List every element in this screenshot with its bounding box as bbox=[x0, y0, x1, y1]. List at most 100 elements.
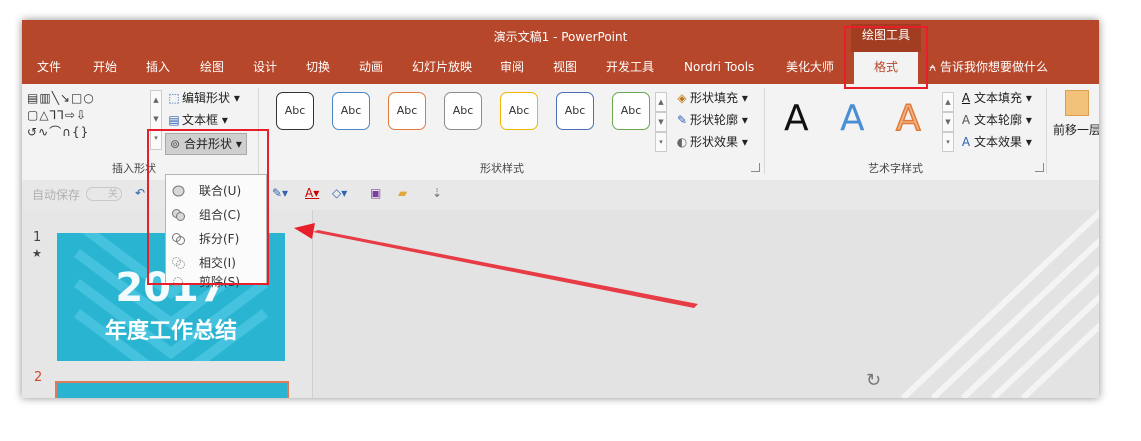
wordart-styles-group-label: 艺术字样式 bbox=[868, 162, 923, 175]
rotate-handle-icon[interactable]: ↻ bbox=[866, 370, 881, 391]
shape-outline-button[interactable]: ✎ 形状轮廓 ▾ bbox=[674, 110, 748, 130]
tab-view[interactable]: 视图 bbox=[553, 52, 577, 84]
tab-draw[interactable]: 绘图 bbox=[200, 52, 224, 84]
shapes-gallery[interactable]: ▤▥╲↘□○ ▢△⅂⅂⇨⇩ ↺∿⌒∩{} bbox=[27, 90, 150, 150]
shape-fill-label: 形状填充 bbox=[690, 91, 739, 105]
tab-review[interactable]: 审阅 bbox=[500, 52, 524, 84]
style-gallery-more[interactable]: ▾ bbox=[655, 132, 667, 152]
scribble-shape-icon[interactable]: ∿ bbox=[38, 125, 49, 139]
merge-menu-highlight bbox=[147, 129, 269, 285]
text-effects-button[interactable]: A 文本效果 ▾ bbox=[958, 132, 1032, 152]
vertical-textbox-shape-icon[interactable]: ▥ bbox=[39, 91, 51, 105]
rectangle-shape-icon[interactable]: □ bbox=[71, 91, 83, 105]
tab-transitions[interactable]: 切换 bbox=[306, 52, 330, 84]
text-effects-icon: A bbox=[961, 135, 971, 149]
shape-styles-dialog-launcher[interactable] bbox=[751, 163, 760, 172]
shape-style-swatch[interactable]: Abc bbox=[388, 92, 426, 130]
font-color-icon[interactable]: A▾ bbox=[305, 186, 319, 200]
wordart-gallery-more[interactable]: ▾ bbox=[942, 132, 954, 152]
shape-style-swatch[interactable]: Abc bbox=[276, 92, 314, 130]
slide-number: 1 bbox=[33, 230, 42, 245]
format-tab-highlight bbox=[844, 26, 928, 89]
open-folder-icon[interactable]: ▰ bbox=[398, 186, 407, 200]
slide-stripes bbox=[313, 210, 1099, 398]
curved-arrow-shape-icon[interactable]: ↺ bbox=[27, 125, 38, 139]
wordart-style-orange[interactable]: A bbox=[895, 97, 921, 140]
arrow-line-shape-icon[interactable]: ↘ bbox=[60, 91, 71, 105]
tab-animations[interactable]: 动画 bbox=[359, 52, 383, 84]
tab-insert[interactable]: 插入 bbox=[146, 52, 170, 84]
right-arrow-shape-icon[interactable]: ⇨ bbox=[65, 108, 76, 122]
tab-design[interactable]: 设计 bbox=[253, 52, 277, 84]
window-title: 演示文稿1 - PowerPoint bbox=[493, 30, 628, 44]
tab-nordri-tools[interactable]: Nordri Tools bbox=[684, 52, 754, 84]
text-effects-label: 文本效果 bbox=[974, 135, 1023, 149]
tell-me-box[interactable]: ⍲ 告诉我你想要做什么 bbox=[929, 52, 1048, 84]
arc-shape-icon[interactable]: ⌒ bbox=[49, 125, 62, 139]
edit-shape-button[interactable]: ⬚ 编辑形状 ▾ bbox=[166, 88, 240, 108]
left-brace-shape-icon[interactable]: { bbox=[72, 125, 81, 139]
tab-home[interactable]: 开始 bbox=[93, 52, 117, 84]
undo-icon[interactable]: ↶ bbox=[135, 186, 145, 200]
tab-slideshow[interactable]: 幻灯片放映 bbox=[412, 52, 472, 84]
freeform-shape-icon[interactable]: ∩ bbox=[62, 125, 72, 139]
textbox-shape-icon[interactable]: ▤ bbox=[27, 91, 39, 105]
text-box-icon: ▤ bbox=[168, 113, 180, 127]
slide-subtitle: 年度工作总结 bbox=[104, 319, 237, 344]
wordart-dialog-launcher[interactable] bbox=[1035, 163, 1044, 172]
shape-style-swatch[interactable]: Abc bbox=[332, 92, 370, 130]
down-arrow-shape-icon[interactable]: ⇩ bbox=[76, 108, 87, 122]
shape-effects-button[interactable]: ◐ 形状效果 ▾ bbox=[674, 132, 748, 152]
tab-developer[interactable]: 开发工具 bbox=[606, 52, 654, 84]
text-box-button[interactable]: ▤ 文本框 ▾ bbox=[166, 110, 228, 130]
text-outline-button[interactable]: A 文本轮廓 ▾ bbox=[958, 110, 1032, 130]
slide-thumbnail-2[interactable] bbox=[55, 381, 289, 398]
shape-style-swatch[interactable]: Abc bbox=[444, 92, 482, 130]
shape-effects-icon: ◐ bbox=[676, 135, 688, 149]
group-separator bbox=[764, 88, 765, 174]
oval-shape-icon[interactable]: ○ bbox=[83, 91, 94, 105]
shape-effects-label: 形状效果 bbox=[690, 135, 739, 149]
style-gallery-up[interactable]: ▲ bbox=[655, 92, 667, 112]
pen-icon: ✎ bbox=[676, 113, 688, 127]
shape-style-swatch[interactable]: Abc bbox=[500, 92, 538, 130]
save-icon[interactable]: ▣ bbox=[370, 186, 381, 200]
shape-fill-button[interactable]: ◈ 形状填充 ▾ bbox=[674, 88, 747, 108]
text-outline-icon: A bbox=[961, 113, 971, 127]
style-gallery-down[interactable]: ▼ bbox=[655, 112, 667, 132]
customize-qat-icon[interactable]: ⇣ bbox=[432, 186, 442, 200]
text-outline-label: 文本轮廓 bbox=[974, 113, 1023, 127]
tab-beautify[interactable]: 美化大师 bbox=[786, 52, 834, 84]
triangle-shape-icon[interactable]: △ bbox=[39, 108, 49, 122]
elbow-arrow-shape-icon[interactable]: ⅂ bbox=[57, 108, 65, 122]
text-fill-button[interactable]: A 文本填充 ▾ bbox=[958, 88, 1032, 108]
slide-canvas[interactable]: ↻ bbox=[313, 210, 1099, 398]
wordart-style-blue[interactable]: A bbox=[840, 98, 865, 139]
line-shape-icon[interactable]: ╲ bbox=[52, 91, 60, 105]
tab-file[interactable]: 文件 bbox=[37, 52, 61, 84]
tell-me-text: 告诉我你想要做什么 bbox=[940, 60, 1049, 74]
bring-forward-icon[interactable] bbox=[1065, 90, 1089, 116]
shape-outline-label: 形状轮廓 bbox=[690, 113, 739, 127]
star-icon: ★ bbox=[32, 247, 42, 260]
group-separator bbox=[1046, 88, 1047, 174]
right-brace-shape-icon[interactable]: } bbox=[81, 125, 90, 139]
ribbon-tab-bar: 文件 开始 插入 绘图 设计 切换 动画 幻灯片放映 审阅 视图 开发工具 No… bbox=[22, 52, 1099, 84]
paint-bucket-icon: ◈ bbox=[677, 91, 687, 105]
wordart-gallery-down[interactable]: ▼ bbox=[942, 112, 954, 132]
shape-styles-group-label: 形状样式 bbox=[480, 162, 524, 175]
shape-style-swatch[interactable]: Abc bbox=[556, 92, 594, 130]
shape-style-swatch[interactable]: Abc bbox=[612, 92, 650, 130]
slide-number: 2 bbox=[34, 370, 43, 385]
autosave-toggle[interactable]: 关 bbox=[86, 187, 122, 201]
pen-color-icon[interactable]: ✎▾ bbox=[272, 186, 288, 200]
wordart-style-black[interactable]: A bbox=[784, 98, 809, 139]
lightbulb-icon: ⍲ bbox=[929, 60, 937, 74]
text-box-label: 文本框 bbox=[182, 113, 219, 127]
bring-forward-button[interactable]: 前移一层 bbox=[1053, 120, 1099, 140]
autosave-label: 自动保存 bbox=[32, 188, 81, 202]
wordart-gallery-up[interactable]: ▲ bbox=[942, 92, 954, 112]
shape-fill-qat-icon[interactable]: ◇▾ bbox=[332, 186, 347, 200]
rounded-rect-shape-icon[interactable]: ▢ bbox=[27, 108, 39, 122]
autosave-toggle-label: 关 bbox=[108, 189, 118, 200]
